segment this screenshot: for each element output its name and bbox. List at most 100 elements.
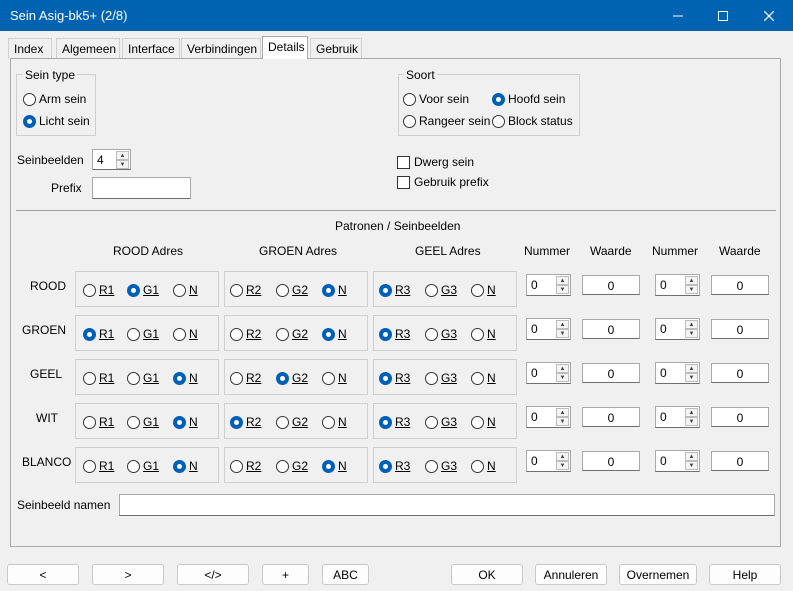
spin-up-icon[interactable]: ▲ (116, 151, 129, 160)
radio-geel-r3[interactable]: R3 (379, 283, 410, 297)
tab-details[interactable]: Details (262, 36, 308, 59)
spin-up-icon[interactable]: ▲ (685, 364, 698, 373)
radio-voor-sein[interactable]: Voor sein (403, 92, 469, 106)
spin-down-icon[interactable]: ▼ (685, 285, 698, 294)
radio-groen-n[interactable]: N (322, 415, 347, 429)
radio-geel-g3[interactable]: G3 (425, 283, 457, 297)
spin-down-icon[interactable]: ▼ (685, 461, 698, 470)
spin-up-icon[interactable]: ▲ (685, 452, 698, 461)
prev-button[interactable]: < (7, 564, 79, 585)
radio-groen-n[interactable]: N (322, 371, 347, 385)
tab-index[interactable]: Index (8, 38, 52, 59)
code-button[interactable]: </> (177, 564, 249, 585)
maximize-button[interactable] (700, 0, 746, 31)
radio-groen-g2[interactable]: G2 (276, 283, 308, 297)
tab-verbindingen[interactable]: Verbindingen (181, 38, 261, 59)
radio-geel-n[interactable]: N (471, 283, 496, 297)
waarde-input-2[interactable]: 0 (711, 451, 769, 471)
spin-up-icon[interactable]: ▲ (556, 452, 569, 461)
radio-groen-g2[interactable]: G2 (276, 415, 308, 429)
radio-groen-g2[interactable]: G2 (276, 459, 308, 473)
radio-rood-r1[interactable]: R1 (83, 327, 114, 341)
spin-down-icon[interactable]: ▼ (556, 417, 569, 426)
waarde-input-1[interactable]: 0 (582, 363, 640, 383)
overnemen-button[interactable]: Overnemen (619, 564, 697, 585)
spin-up-icon[interactable]: ▲ (556, 320, 569, 329)
radio-geel-r3[interactable]: R3 (379, 327, 410, 341)
radio-rood-g1[interactable]: G1 (127, 327, 159, 341)
radio-rood-r1[interactable]: R1 (83, 415, 114, 429)
radio-rood-g1[interactable]: G1 (127, 459, 159, 473)
nummer-spinner-2[interactable]: 0 ▲ ▼ (655, 274, 700, 296)
spin-up-icon[interactable]: ▲ (556, 276, 569, 285)
plus-button[interactable]: + (262, 564, 309, 585)
radio-rood-n[interactable]: N (173, 371, 198, 385)
ok-button[interactable]: OK (451, 564, 523, 585)
radio-geel-g3[interactable]: G3 (425, 415, 457, 429)
annuleren-button[interactable]: Annuleren (535, 564, 607, 585)
radio-geel-g3[interactable]: G3 (425, 327, 457, 341)
radio-rangeer-sein[interactable]: Rangeer sein (403, 114, 490, 128)
radio-rood-n[interactable]: N (173, 459, 198, 473)
radio-block-status[interactable]: Block status (492, 114, 573, 128)
nummer-spinner-2[interactable]: 0 ▲ ▼ (655, 406, 700, 428)
radio-rood-r1[interactable]: R1 (83, 459, 114, 473)
radio-rood-g1[interactable]: G1 (127, 415, 159, 429)
radio-geel-r3[interactable]: R3 (379, 415, 410, 429)
prefix-input[interactable] (92, 177, 191, 199)
spin-down-icon[interactable]: ▼ (685, 417, 698, 426)
spin-up-icon[interactable]: ▲ (685, 320, 698, 329)
spin-up-icon[interactable]: ▲ (685, 276, 698, 285)
waarde-input-1[interactable]: 0 (582, 451, 640, 471)
nummer-spinner-2[interactable]: 0 ▲ ▼ (655, 450, 700, 472)
close-button[interactable] (746, 0, 792, 31)
nummer-spinner-1[interactable]: 0 ▲ ▼ (526, 318, 571, 340)
radio-groen-n[interactable]: N (322, 327, 347, 341)
nummer-spinner-2[interactable]: 0 ▲ ▼ (655, 318, 700, 340)
spin-up-icon[interactable]: ▲ (685, 408, 698, 417)
radio-groen-r2[interactable]: R2 (230, 459, 261, 473)
radio-geel-n[interactable]: N (471, 415, 496, 429)
nummer-spinner-1[interactable]: 0 ▲ ▼ (526, 362, 571, 384)
radio-geel-r3[interactable]: R3 (379, 371, 410, 385)
tab-algemeen[interactable]: Algemeen (56, 38, 120, 59)
radio-rood-n[interactable]: N (173, 283, 198, 297)
spin-down-icon[interactable]: ▼ (556, 461, 569, 470)
radio-groen-r2[interactable]: R2 (230, 415, 261, 429)
radio-groen-g2[interactable]: G2 (276, 371, 308, 385)
radio-groen-n[interactable]: N (322, 459, 347, 473)
nummer-spinner-1[interactable]: 0 ▲ ▼ (526, 406, 571, 428)
radio-geel-g3[interactable]: G3 (425, 371, 457, 385)
radio-rood-r1[interactable]: R1 (83, 371, 114, 385)
waarde-input-2[interactable]: 0 (711, 363, 769, 383)
checkbox-gebruik-prefix[interactable]: Gebruik prefix (397, 175, 489, 189)
waarde-input-2[interactable]: 0 (711, 275, 769, 295)
minimize-button[interactable] (655, 0, 701, 31)
nummer-spinner-2[interactable]: 0 ▲ ▼ (655, 362, 700, 384)
radio-groen-r2[interactable]: R2 (230, 371, 261, 385)
radio-rood-g1[interactable]: G1 (127, 283, 159, 297)
spin-down-icon[interactable]: ▼ (556, 285, 569, 294)
spin-up-icon[interactable]: ▲ (556, 364, 569, 373)
radio-hoofd-sein[interactable]: Hoofd sein (492, 92, 565, 106)
radio-rood-n[interactable]: N (173, 415, 198, 429)
waarde-input-2[interactable]: 0 (711, 407, 769, 427)
radio-geel-n[interactable]: N (471, 327, 496, 341)
radio-geel-g3[interactable]: G3 (425, 459, 457, 473)
spin-down-icon[interactable]: ▼ (556, 329, 569, 338)
radio-geel-n[interactable]: N (471, 459, 496, 473)
help-button[interactable]: Help (709, 564, 781, 585)
spin-down-icon[interactable]: ▼ (685, 373, 698, 382)
abc-button[interactable]: ABC (322, 564, 369, 585)
radio-rood-r1[interactable]: R1 (83, 283, 114, 297)
nummer-spinner-1[interactable]: 0 ▲ ▼ (526, 274, 571, 296)
radio-rood-g1[interactable]: G1 (127, 371, 159, 385)
radio-groen-r2[interactable]: R2 (230, 327, 261, 341)
waarde-input-1[interactable]: 0 (582, 319, 640, 339)
tab-gebruik[interactable]: Gebruik (310, 38, 362, 59)
radio-rood-n[interactable]: N (173, 327, 198, 341)
radio-geel-n[interactable]: N (471, 371, 496, 385)
radio-licht-sein[interactable]: Licht sein (23, 114, 90, 128)
next-button[interactable]: > (92, 564, 164, 585)
spin-down-icon[interactable]: ▼ (685, 329, 698, 338)
